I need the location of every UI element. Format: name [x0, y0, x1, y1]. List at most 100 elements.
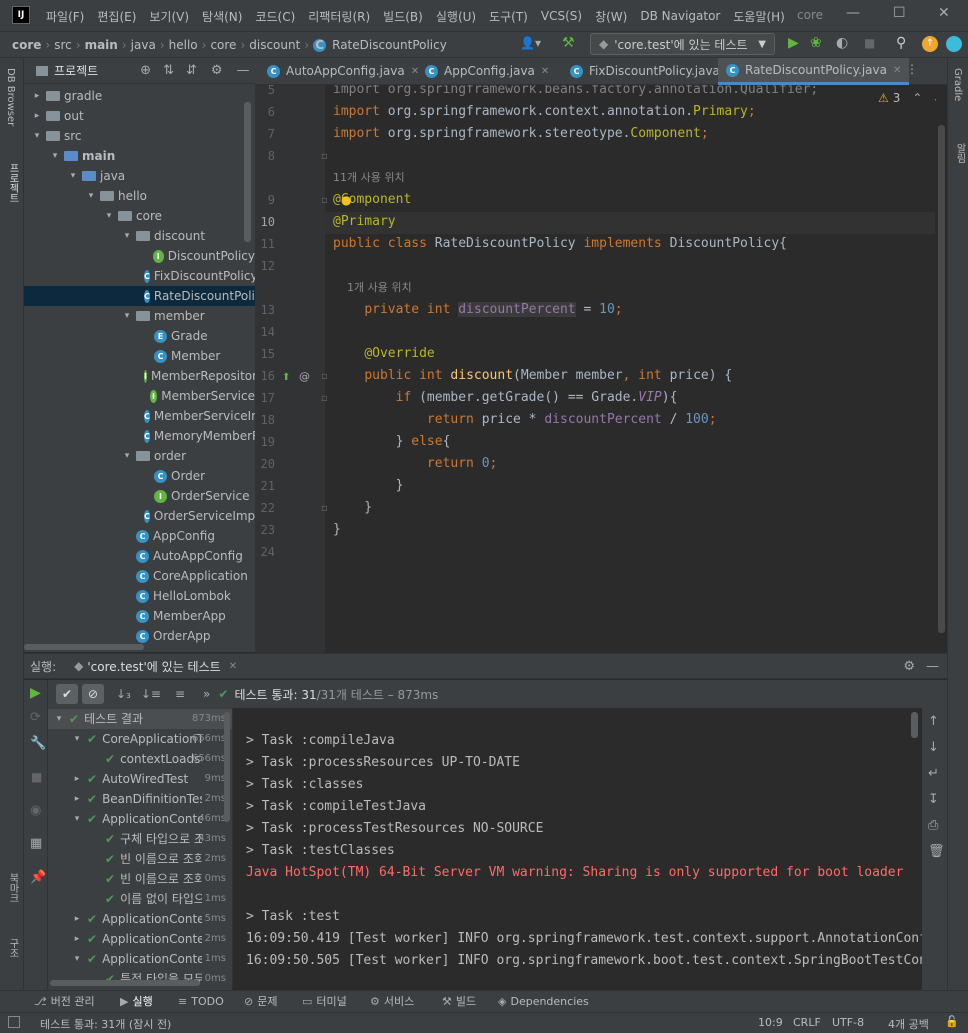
chevron-down-icon[interactable]: ▾: [122, 226, 132, 246]
code-line[interactable]: public int discount(Member member, int p…: [333, 365, 732, 387]
fold-icon[interactable]: ▫: [321, 393, 328, 404]
tool-tab[interactable]: ⚒ 빌드: [442, 991, 476, 1013]
menu-item[interactable]: 빌드(B): [383, 8, 423, 25]
tree-item[interactable]: ▾ member: [24, 306, 255, 326]
close-tab-icon[interactable]: ✕: [229, 661, 237, 672]
chevron-down-icon[interactable]: ▾: [72, 949, 82, 969]
search-icon[interactable]: ⚲: [896, 35, 906, 51]
sort-alpha-icon[interactable]: ↓₃: [116, 687, 131, 701]
test-item[interactable]: ✔ 특정 타입을 모두 조회하기0ms: [48, 969, 232, 989]
menu-item[interactable]: VCS(S): [541, 9, 582, 23]
eye-icon[interactable]: ◉: [30, 803, 41, 818]
run-tab-label[interactable]: 'core.test'에 있는 테스트: [87, 658, 220, 675]
expand-all-icon[interactable]: ⇅: [163, 63, 174, 78]
tree-item[interactable]: ▾ src: [24, 126, 255, 146]
locate-icon[interactable]: ⊕: [140, 63, 151, 78]
menu-item[interactable]: 편집(E): [97, 8, 136, 25]
menu-item[interactable]: 도움말(H): [733, 8, 785, 25]
menu-item[interactable]: 코드(C): [255, 8, 295, 25]
tree-item[interactable]: C Order: [24, 466, 255, 486]
chevron-down-icon[interactable]: ▾: [50, 146, 60, 166]
chevron-right-icon[interactable]: ▸: [72, 909, 82, 929]
test-item[interactable]: ▾ ✔ 테스트 결과 873ms: [48, 709, 232, 729]
tree-item[interactable]: CMemoryMemberRepository: [24, 426, 255, 446]
tree-item[interactable]: C AutoAppConfig: [24, 546, 255, 566]
sort-duration-icon[interactable]: ↓≡: [141, 687, 161, 701]
gradle-tool-button[interactable]: Gradle: [952, 68, 963, 101]
implements-marker-icon[interactable]: ⬆: [282, 372, 290, 383]
fold-icon[interactable]: ▫: [321, 151, 328, 162]
override-marker-icon[interactable]: @: [299, 370, 310, 383]
menu-item[interactable]: 창(W): [595, 8, 627, 25]
tree-scrollbar-thumb[interactable]: [244, 102, 251, 242]
gear-icon[interactable]: ⚙: [903, 659, 915, 674]
menu-item[interactable]: 리팩터링(R): [308, 8, 370, 25]
test-item[interactable]: ▸ ✔ ApplicationContextExtendsFindTest5ms: [48, 909, 232, 929]
test-item[interactable]: ✔ 빈 이름으로 조회 2ms: [48, 849, 232, 869]
lock-icon[interactable]: 🔓: [945, 1015, 959, 1028]
layout-icon[interactable]: ▦: [30, 836, 42, 851]
chevron-down-icon[interactable]: ▾: [104, 206, 114, 226]
pin-icon[interactable]: 📌: [30, 870, 46, 885]
menu-item[interactable]: 파일(F): [46, 8, 84, 25]
code-line[interactable]: return price * discountPercent / 100;: [333, 409, 717, 431]
tree-item[interactable]: I MemberService: [24, 386, 255, 406]
tree-item[interactable]: I MemberRepository: [24, 366, 255, 386]
indent-setting[interactable]: 4개 공백: [888, 1016, 929, 1032]
stop-icon[interactable]: ■: [864, 36, 875, 50]
test-item[interactable]: ▸ ✔ BeanDifinitionTest 2ms: [48, 789, 232, 809]
editor-scrollbar[interactable]: [936, 85, 947, 653]
intention-bulb-icon[interactable]: ●: [341, 193, 351, 207]
chevron-right-icon[interactable]: ▸: [72, 929, 82, 949]
code-editor[interactable]: 5 6 7 8 9 10 11 12 13 14 15 16 17 18 19 20 21 22 23 24 ⬆ @ ▫ ▫ ▫…: [255, 85, 947, 653]
print-icon[interactable]: ⎙: [928, 818, 938, 833]
test-item[interactable]: ▾ ✔ ApplicationContextBasicFindTest46ms: [48, 809, 232, 829]
tree-item[interactable]: C FixDiscountPolicy: [24, 266, 255, 286]
show-passed-icon[interactable]: ✔: [56, 684, 78, 704]
fold-icon[interactable]: ▫: [321, 371, 328, 382]
close-tab-icon[interactable]: ✕: [893, 57, 901, 84]
tool-tab[interactable]: ⎇ 버전 관리: [34, 991, 95, 1013]
menu-item[interactable]: 탐색(N): [202, 8, 242, 25]
chevron-down-icon[interactable]: ▾: [68, 166, 78, 186]
tree-item[interactable]: ▾ java: [24, 166, 255, 186]
tool-tab[interactable]: ▭ 터미널: [302, 991, 347, 1013]
chevron-down-icon[interactable]: ▾: [32, 126, 42, 146]
tree-item[interactable]: C Member: [24, 346, 255, 366]
hide-icon[interactable]: —: [926, 659, 939, 674]
tree-item[interactable]: ▾ order: [24, 446, 255, 466]
rerun-failed-icon[interactable]: ⟳: [30, 710, 41, 725]
tree-item[interactable]: ▾ hello: [24, 186, 255, 206]
update-icon[interactable]: ↑: [922, 36, 938, 52]
more-icon[interactable]: »: [203, 687, 210, 701]
code-line[interactable]: @Override: [333, 343, 434, 365]
chevron-down-icon[interactable]: ▾: [72, 809, 82, 829]
breadcrumb-item[interactable]: src: [54, 38, 72, 52]
code-line[interactable]: import org.springframework.context.annot…: [333, 101, 756, 123]
tree-hscrollbar-thumb[interactable]: [24, 644, 144, 650]
editor-tab[interactable]: C AppConfig.java ✕: [417, 58, 557, 85]
tree-item[interactable]: ▸ out: [24, 106, 255, 126]
plugin-icon[interactable]: [946, 36, 962, 52]
usage-hint[interactable]: 1개 사용 위치: [333, 277, 412, 299]
code-line[interactable]: @Primary: [333, 211, 396, 233]
breadcrumb-item[interactable]: discount: [249, 38, 300, 52]
fold-icon[interactable]: ▫: [321, 195, 328, 206]
trash-icon[interactable]: 🗑: [928, 844, 945, 859]
test-item[interactable]: ✔ 이름 없이 타입으로 조회1ms: [48, 889, 232, 909]
test-item[interactable]: ▸ ✔ ApplicationContextInfoTest2ms: [48, 929, 232, 949]
code-line[interactable]: return 0;: [333, 453, 497, 475]
tree-item[interactable]: I DiscountPolicy: [24, 246, 255, 266]
chevron-right-icon[interactable]: ▸: [32, 106, 42, 126]
menu-item[interactable]: 보기(V): [149, 8, 189, 25]
tree-item[interactable]: ▾ main: [24, 146, 255, 166]
chevron-down-icon[interactable]: ▾: [54, 709, 64, 729]
notifications-tool-button[interactable]: 알림: [952, 143, 967, 163]
code-line[interactable]: }: [333, 519, 341, 541]
test-item[interactable]: ✔ 구체 타입으로 조회43ms: [48, 829, 232, 849]
gear-icon[interactable]: ⚙: [211, 63, 223, 78]
rerun-icon[interactable]: ▶: [30, 685, 41, 701]
chevron-down-icon[interactable]: ▾: [122, 446, 132, 466]
close-icon[interactable]: ✕: [938, 5, 950, 21]
bookmarks-tool-button[interactable]: 북마크: [5, 873, 20, 903]
